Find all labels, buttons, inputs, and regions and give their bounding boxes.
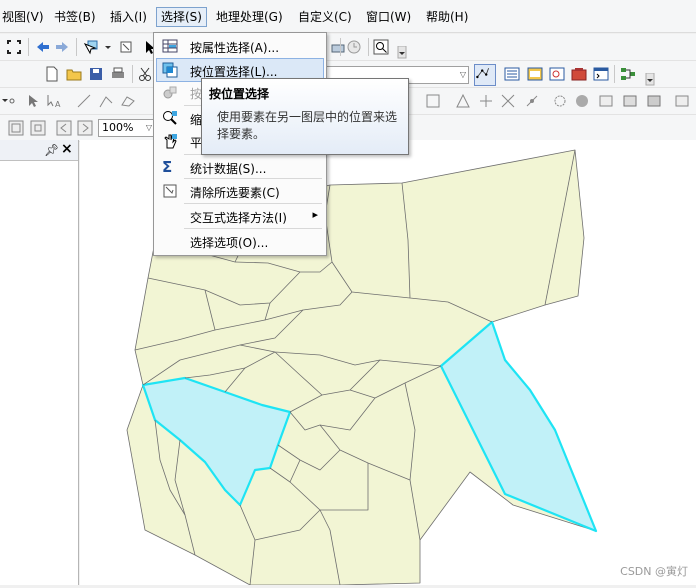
save-icon[interactable] — [88, 66, 104, 82]
toc-header: 📌︎ × — [0, 140, 78, 161]
sphere-icon[interactable] — [574, 93, 590, 109]
menu-interactive-selection-method-label: 交互式选择方法(I) — [190, 211, 287, 225]
pin-icon[interactable]: 📌︎ — [44, 143, 59, 157]
menu-selection-options-label: 选择选项(O)... — [190, 236, 269, 250]
model-builder-icon[interactable] — [620, 66, 636, 82]
menu-insert[interactable]: 插入(I) — [106, 8, 151, 26]
layout-zoom-out-icon[interactable] — [30, 120, 46, 136]
toolbar-tools — [0, 34, 696, 61]
menu-selection-options[interactable]: 选择选项(O)... — [154, 230, 324, 252]
time-slider-icon[interactable] — [346, 39, 362, 55]
clear-selection-icon — [162, 183, 178, 199]
menu-bookmarks[interactable]: 书签(B) — [50, 8, 100, 26]
cut-icon[interactable] — [137, 66, 153, 82]
edit-vertices-icon[interactable] — [425, 93, 441, 109]
layout-zoom-in-icon[interactable] — [8, 120, 24, 136]
menu-select-by-attributes-label: 按属性选择(A)... — [190, 41, 280, 55]
reshape-icon[interactable] — [455, 93, 471, 109]
menu-help[interactable]: 帮助(H) — [422, 8, 472, 26]
tooltip: 按位置选择 使用要素在另一图层中的位置来选择要素。 — [201, 78, 409, 155]
clear-selection-toolbar-icon[interactable] — [118, 39, 134, 55]
layer-icon[interactable] — [330, 39, 346, 55]
menu-customize[interactable]: 自定义(C) — [294, 8, 356, 26]
svg-text:A: A — [55, 100, 61, 109]
trace-icon[interactable] — [98, 93, 114, 109]
chevron-down-icon[interactable] — [100, 39, 111, 55]
print-icon[interactable] — [110, 66, 126, 82]
zoom-percent-combo[interactable]: 100% ▽ — [98, 119, 155, 137]
zoom-percent-value: 100% — [102, 121, 134, 134]
menu-clear-selection-label: 清除所选要素(C) — [190, 186, 280, 200]
submenu-arrow-icon: ▸ — [312, 208, 318, 221]
rotate-icon[interactable] — [524, 93, 540, 109]
menu-view[interactable]: 视图(V) — [0, 8, 48, 26]
python-window-icon[interactable] — [593, 66, 609, 82]
full-extent-icon[interactable] — [6, 39, 22, 55]
back-arrow-icon[interactable] — [35, 39, 51, 55]
edit-tool-icon[interactable] — [26, 93, 42, 109]
topology-icon[interactable] — [552, 93, 568, 109]
table-of-contents-icon[interactable] — [504, 66, 520, 82]
open-folder-icon[interactable] — [66, 66, 82, 82]
editor-dropdown-icon[interactable] — [0, 93, 15, 109]
edit-annotation-icon[interactable]: A — [46, 93, 62, 109]
table-of-contents-pane: 📌︎ × — [0, 140, 79, 585]
zoom-in-window-icon[interactable] — [373, 39, 389, 55]
select-features-icon[interactable] — [83, 39, 99, 55]
menu-clear-selection[interactable]: 清除所选要素(C) — [154, 180, 324, 202]
close-icon[interactable]: × — [61, 141, 73, 157]
tooltip-body: 使用要素在另一图层中的位置来选择要素。 — [217, 110, 398, 141]
construct-points-icon[interactable] — [120, 93, 136, 109]
search-window-icon[interactable] — [549, 66, 565, 82]
menu-select-by-attributes[interactable]: 按属性选择(A)... — [154, 35, 324, 57]
menu-geoprocessing[interactable]: 地理处理(G) — [212, 8, 287, 26]
straight-segment-icon[interactable] — [76, 93, 92, 109]
catalog-icon[interactable] — [527, 66, 543, 82]
cut-polygon-icon[interactable] — [478, 93, 494, 109]
menu-statistics[interactable]: Σ 统计数据(S)... — [154, 156, 324, 178]
more-tools-icon[interactable] — [674, 93, 690, 109]
select-by-location-icon — [162, 62, 178, 78]
toolbar-overflow-icon[interactable] — [394, 46, 407, 62]
sketch-properties-icon[interactable] — [622, 93, 638, 109]
watermark: CSDN @寅灯 — [620, 565, 688, 578]
menu-bar: 视图(V) 书签(B) 插入(I) 选择(S) 地理处理(G) 自定义(C) 窗… — [0, 0, 696, 33]
select-by-graphics-icon — [162, 84, 178, 100]
toolbar-overflow-icon-2[interactable] — [642, 73, 655, 89]
menu-selection[interactable]: 选择(S) — [156, 7, 207, 27]
attributes-icon[interactable] — [598, 93, 614, 109]
forward-arrow-icon[interactable] — [54, 39, 70, 55]
menu-interactive-selection-method[interactable]: 交互式选择方法(I) ▸ — [154, 205, 324, 227]
pointer-icon[interactable] — [142, 39, 155, 55]
menu-windows[interactable]: 窗口(W) — [362, 8, 415, 26]
layout-back-icon[interactable] — [56, 120, 72, 136]
layout-forward-icon[interactable] — [77, 120, 93, 136]
editor-toolbar-icon[interactable] — [474, 64, 496, 86]
create-features-icon[interactable] — [646, 93, 662, 109]
menu-statistics-label: 统计数据(S)... — [190, 162, 267, 176]
zoom-to-selected-icon — [162, 110, 178, 126]
pan-to-selected-icon — [162, 133, 178, 149]
new-document-icon[interactable] — [44, 66, 60, 82]
attribute-table-icon — [162, 38, 178, 54]
sigma-icon: Σ — [162, 158, 173, 176]
split-icon[interactable] — [500, 93, 516, 109]
tooltip-title: 按位置选择 — [209, 87, 270, 101]
arctoolbox-icon[interactable] — [571, 66, 587, 82]
